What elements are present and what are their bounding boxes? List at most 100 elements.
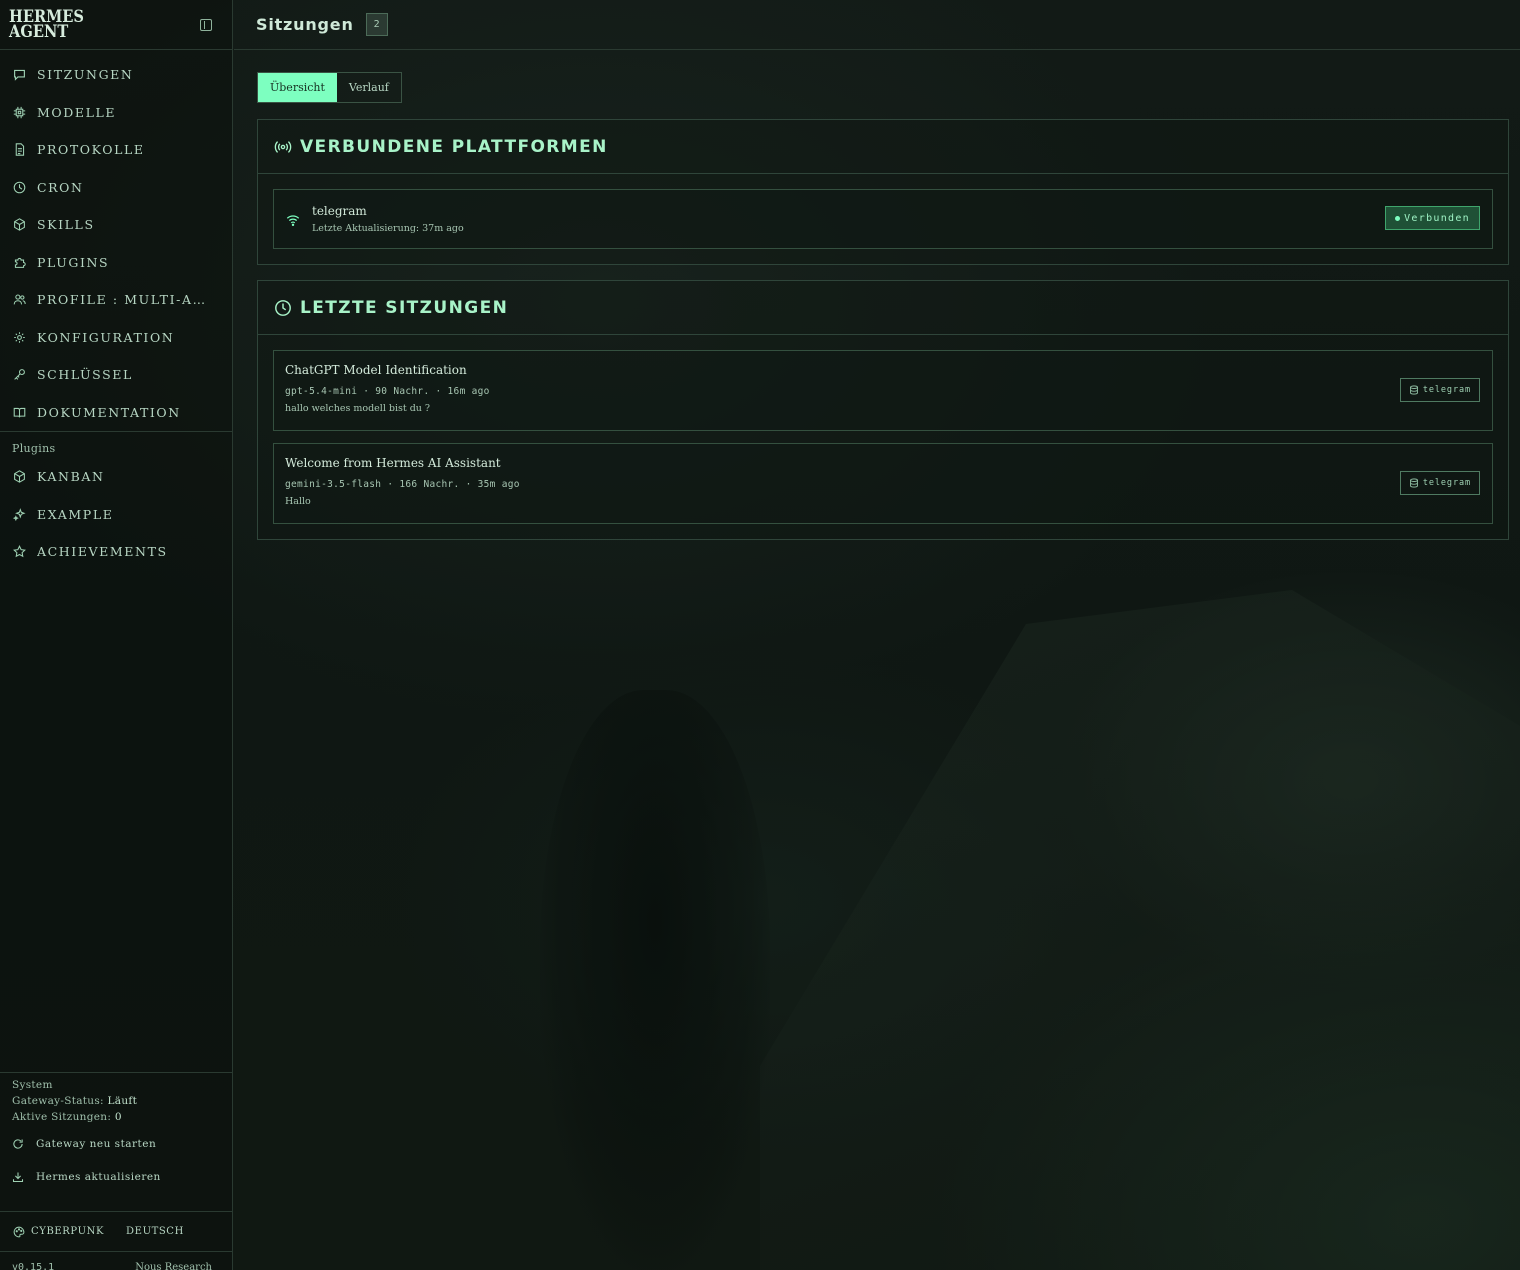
platform-last-update: Letzte Aktualisierung: 37m ago (312, 223, 464, 234)
broadcast-icon (274, 140, 292, 153)
tab-uebersicht[interactable]: Übersicht (258, 73, 337, 102)
brand-logo[interactable]: HERMES AGENT (9, 8, 84, 42)
wifi-icon (286, 215, 300, 227)
star-icon (13, 545, 26, 558)
sidebar-item-label: SCHLÜSSEL (37, 367, 133, 383)
view-tabs: Übersicht Verlauf (257, 72, 402, 103)
status-dot-icon (1395, 215, 1401, 221)
sidebar-item-label: ACHIEVEMENTS (37, 544, 168, 560)
tab-verlauf[interactable]: Verlauf (337, 73, 401, 102)
theme-language-row: CYBERPUNK DEUTSCH (0, 1211, 232, 1251)
top-bar: Sitzungen 2 (234, 0, 1520, 50)
active-sessions-value: 0 (114, 1111, 122, 1123)
sidebar-item-profile[interactable]: PROFILE : MULTI-AGENTEN (0, 281, 232, 319)
sidebar-item-example[interactable]: EXAMPLE (0, 496, 232, 534)
source-label: telegram (1422, 385, 1471, 395)
system-section: System Gateway-Status: Läuft Aktive Sitz… (0, 1072, 232, 1193)
sidebar-item-label: PROFILE : MULTI-AGENTEN (37, 292, 209, 308)
platforms-panel: VERBUNDENE PLATTFORMEN telegram Letzte A… (257, 119, 1509, 265)
footer-row: v0.15.1 Nous Research (0, 1251, 232, 1270)
recent-sessions-header: LETZTE SITZUNGEN (258, 281, 1508, 335)
sidebar-item-sitzungen[interactable]: SITZUNGEN (0, 56, 232, 94)
status-badge: Verbunden (1385, 206, 1480, 230)
session-meta: gemini-3.5-flash · 166 Nachr. · 35m ago (285, 479, 520, 490)
theme-switcher[interactable]: CYBERPUNK (31, 1226, 104, 1237)
gear-icon (13, 331, 26, 344)
sidebar-item-achievements[interactable]: ACHIEVEMENTS (0, 533, 232, 571)
platforms-list: telegram Letzte Aktualisierung: 37m ago … (258, 174, 1508, 264)
sidebar-item-skills[interactable]: SKILLS (0, 206, 232, 244)
recent-sessions-title: LETZTE SITZUNGEN (300, 297, 509, 318)
chip-icon (13, 106, 26, 119)
database-icon (1410, 385, 1418, 395)
recent-sessions-list: ChatGPT Model Identification gpt-5.4-min… (258, 335, 1508, 539)
brand-line-2: AGENT (9, 21, 69, 42)
source-badge: telegram (1399, 378, 1480, 402)
sidebar-item-label: EXAMPLE (37, 506, 114, 522)
session-title: Welcome from Hermes AI Assistant (285, 456, 501, 470)
page-title: Sitzungen (256, 15, 354, 34)
restart-gateway-label: Gateway neu starten (36, 1137, 157, 1150)
platform-card[interactable]: telegram Letzte Aktualisierung: 37m ago … (273, 189, 1493, 249)
puzzle-icon (13, 256, 26, 269)
cube-icon (13, 470, 26, 484)
active-sessions: Aktive Sitzungen: 0 (12, 1111, 220, 1123)
session-title: ChatGPT Model Identification (285, 363, 467, 377)
sidebar: HERMES AGENT SITZUNGEN MODELLE PROTOKOLL… (0, 0, 233, 1270)
main-nav: SITZUNGEN MODELLE PROTOKOLLE CRON SKILLS… (0, 50, 232, 431)
sidebar-item-schluessel[interactable]: SCHLÜSSEL (0, 356, 232, 394)
clock-icon (13, 181, 26, 194)
restart-gateway-button[interactable]: Gateway neu starten (12, 1127, 220, 1160)
session-preview: Hallo (285, 496, 311, 507)
version-label: v0.15.1 (12, 1262, 55, 1270)
platform-name: telegram (312, 204, 367, 218)
source-label: telegram (1422, 478, 1471, 488)
sidebar-item-label: KONFIGURATION (37, 329, 175, 345)
sidebar-collapse-icon[interactable] (200, 18, 212, 31)
system-title: System (12, 1079, 53, 1091)
session-meta: gpt-5.4-mini · 90 Nachr. · 16m ago (285, 386, 490, 397)
update-hermes-button[interactable]: Hermes aktualisieren (12, 1160, 220, 1193)
download-icon (12, 1172, 24, 1182)
active-sessions-label: Aktive Sitzungen: (12, 1111, 112, 1123)
gateway-status-label: Gateway-Status: (12, 1095, 104, 1107)
sidebar-item-kanban[interactable]: KANBAN (0, 458, 232, 496)
sparkles-icon (13, 507, 26, 521)
session-card[interactable]: Welcome from Hermes AI Assistant gemini-… (273, 443, 1493, 524)
background-figure (540, 690, 770, 1270)
sidebar-item-modelle[interactable]: MODELLE (0, 94, 232, 132)
plugins-section-label: Plugins (12, 442, 56, 455)
key-icon (13, 368, 26, 381)
source-badge: telegram (1399, 471, 1480, 495)
sidebar-item-dokumentation[interactable]: DOKUMENTATION (0, 394, 232, 432)
sidebar-item-protokolle[interactable]: PROTOKOLLE (0, 131, 232, 169)
recent-sessions-panel: LETZTE SITZUNGEN ChatGPT Model Identific… (257, 280, 1509, 540)
sidebar-item-konfiguration[interactable]: KONFIGURATION (0, 319, 232, 357)
database-icon (1410, 478, 1418, 488)
language-switcher[interactable]: DEUTSCH (126, 1226, 184, 1237)
sidebar-item-label: PLUGINS (37, 254, 110, 270)
book-icon (13, 406, 26, 419)
gateway-status: Gateway-Status: Läuft (12, 1095, 220, 1107)
sidebar-item-label: KANBAN (37, 469, 105, 485)
session-card[interactable]: ChatGPT Model Identification gpt-5.4-min… (273, 350, 1493, 431)
sidebar-item-plugins[interactable]: PLUGINS (0, 244, 232, 282)
platforms-panel-header: VERBUNDENE PLATTFORMEN (258, 120, 1508, 174)
cube-icon (13, 218, 26, 232)
brand-bar: HERMES AGENT (0, 0, 232, 50)
sidebar-item-cron[interactable]: CRON (0, 169, 232, 207)
refresh-icon (13, 1138, 23, 1149)
sidebar-item-label: PROTOKOLLE (37, 142, 145, 158)
users-icon (13, 293, 26, 306)
session-count-badge: 2 (365, 13, 388, 36)
sidebar-item-label: CRON (37, 179, 84, 195)
status-label: Verbunden (1404, 212, 1470, 224)
palette-icon (13, 1226, 25, 1237)
sidebar-item-label: SKILLS (37, 217, 95, 233)
credit-link[interactable]: Nous Research (135, 1262, 212, 1270)
clock-icon (275, 299, 291, 316)
chat-icon (13, 68, 26, 81)
platforms-panel-title: VERBUNDENE PLATTFORMEN (300, 136, 608, 157)
file-icon (13, 143, 26, 156)
sidebar-item-label: DOKUMENTATION (37, 404, 181, 420)
